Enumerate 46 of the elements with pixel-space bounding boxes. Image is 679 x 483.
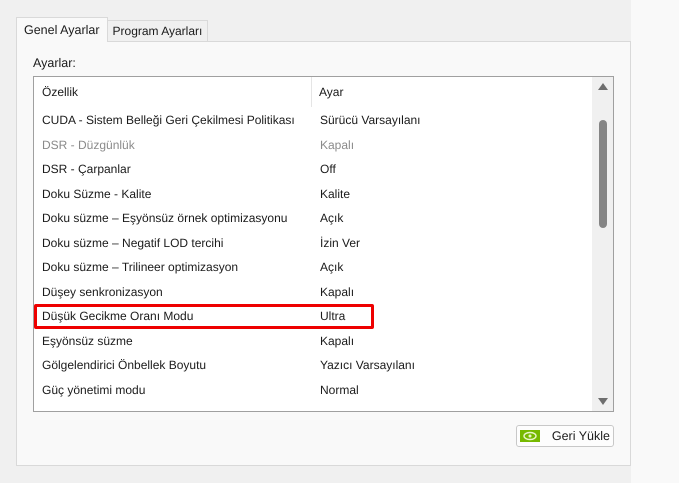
column-header[interactable]: Ayar xyxy=(312,77,344,107)
table-cell-text: Düşük Gecikme Oranı Modu xyxy=(41,308,194,326)
table-cell-text: İzin Ver xyxy=(319,234,360,252)
table-cell-text: Kapalı xyxy=(319,332,354,350)
settings-row[interactable]: Doku süzme – Trilineer optimizasyon Açık xyxy=(34,255,592,280)
table-cell-text: Doku süzme – Eşyönsüz örnek optimizasyonu xyxy=(41,210,288,228)
tab[interactable]: Genel Ayarlar xyxy=(16,17,108,42)
table-cell-text: Açık xyxy=(319,210,344,228)
scrollbar[interactable] xyxy=(592,77,613,411)
settings-row[interactable]: Doku süzme – Eşyönsüz örnek optimizasyonu Açık xyxy=(34,206,592,230)
settings-row[interactable]: Doku Süzme - Kalite Kalite xyxy=(34,182,592,206)
tab[interactable]: Program Ayarları xyxy=(108,20,208,41)
table-cell-text: Off xyxy=(319,161,336,178)
table-cell-text: Kalite xyxy=(319,186,350,203)
table-cell-text: Ultra xyxy=(319,308,346,326)
table-cell-text: Normal xyxy=(319,382,359,399)
settings-row[interactable]: Düşük Gecikme Oranı Modu Ultra xyxy=(34,304,374,328)
table-cell-text: Açık xyxy=(319,259,344,276)
settings-row[interactable]: CUDA - Sistem Belleği Geri Çekilmesi Politikası Sürücü Varsayılanı xyxy=(34,108,592,132)
table-cell-text: Kapalı xyxy=(319,284,354,301)
logo-icon xyxy=(520,430,540,442)
scroll-down-icon[interactable] xyxy=(598,398,608,405)
table-cell-text: DSR - Çarpanlar xyxy=(41,161,132,178)
table-cell-text: Sürücü Varsayılanı xyxy=(319,112,420,130)
table-cell-text: Düşey senkronizasyon xyxy=(41,284,164,301)
table-cell-text: Doku Süzme - Kalite xyxy=(41,186,152,203)
table-cell-text: DSR - Düzgünlük xyxy=(41,136,136,154)
scroll-thumb[interactable] xyxy=(598,120,606,228)
settings-row[interactable]: Düşey senkronizasyon Kapalı xyxy=(34,280,592,304)
settings-row[interactable]: DSR - Çarpanlar Off xyxy=(34,157,592,182)
settings-row[interactable]: Eşyönsüz süzme Kapalı xyxy=(34,328,592,353)
table-cell-text: CUDA - Sistem Belleği Geri Çekilmesi Politikası xyxy=(41,112,296,130)
table-cell-text: Kapalı xyxy=(319,136,354,154)
settings-row[interactable]: Güç yönetimi modu Normal xyxy=(34,378,592,402)
table-cell-text: Gölgelendirici Önbellek Boyutu xyxy=(41,357,208,374)
table-cell-text: Eşyönsüz süzme xyxy=(41,332,134,350)
settings-row[interactable]: Gölgelendirici Önbellek Boyutu Yazıcı Varsayılanı xyxy=(34,353,592,378)
column-header[interactable]: Özellik xyxy=(34,77,312,107)
table-cell-text: Yazıcı Varsayılanı xyxy=(319,357,415,374)
settings-label: Ayarlar: xyxy=(33,56,76,72)
table-cell-text: Doku süzme – Trilineer optimizasyon xyxy=(41,259,240,276)
restore-button[interactable]: Geri Yükle xyxy=(516,425,614,447)
settings-row[interactable]: Doku süzme – Negatif LOD tercihi İzin Ver xyxy=(34,230,592,255)
table-cell-text: Güç yönetimi modu xyxy=(41,382,146,399)
table-cell-text: Doku süzme – Negatif LOD tercihi xyxy=(41,234,224,252)
scroll-up-icon[interactable] xyxy=(598,83,608,90)
